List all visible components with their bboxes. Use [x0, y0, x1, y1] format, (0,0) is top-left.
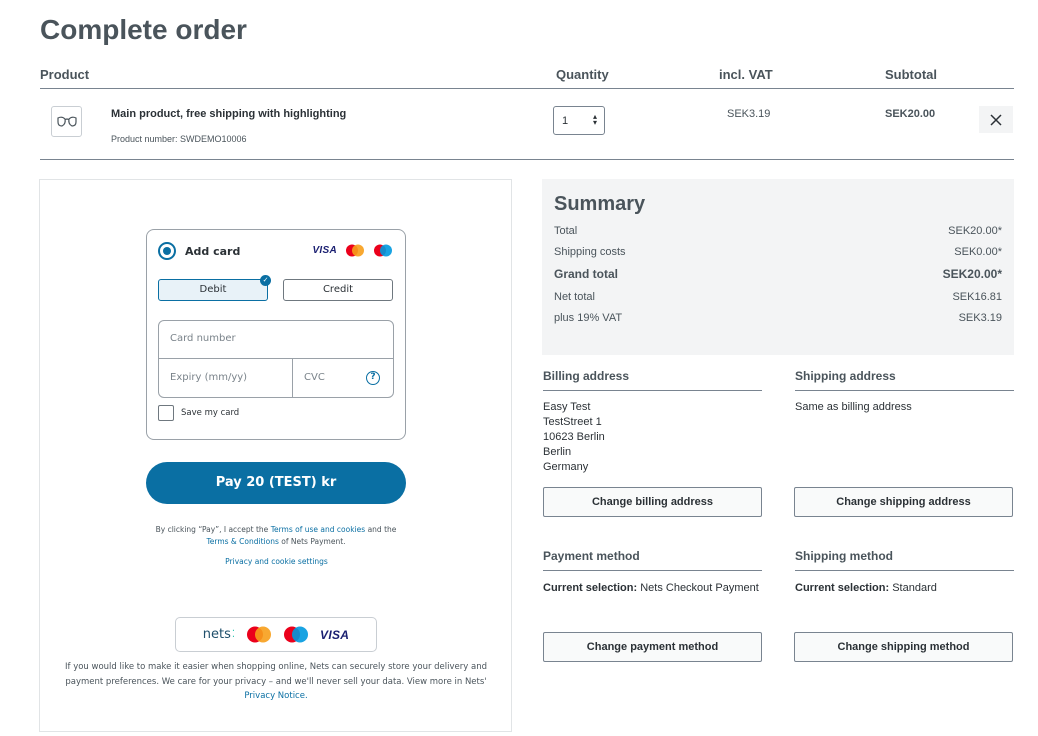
summary-value: SEK20.00*: [942, 267, 1002, 281]
shipping-address-text: Same as billing address: [795, 401, 912, 413]
page-title: Complete order: [40, 14, 247, 45]
summary-value: SEK0.00*: [954, 246, 1002, 258]
summary-label: plus 19% VAT: [554, 312, 623, 324]
notice-body: If you would like to make it easier when…: [65, 662, 487, 687]
close-icon: [990, 113, 1002, 126]
privacy-notice-text: If you would like to make it easier when…: [58, 660, 494, 704]
column-header-vat: incl. VAT: [719, 67, 773, 82]
billing-line: Easy Test: [543, 401, 591, 413]
terms-text: By clicking “Pay”, I accept the Terms of…: [100, 524, 452, 548]
visa-logo-icon: VISA: [312, 245, 337, 256]
cart-table-header: Product Quantity incl. VAT Subtotal: [40, 66, 1014, 89]
billing-line: 10623 Berlin: [543, 431, 605, 443]
pay-button[interactable]: Pay 20 (TEST) kr: [146, 462, 406, 504]
shipping-address-title: Shipping address: [795, 369, 1014, 391]
visa-logo-icon: VISA: [320, 627, 350, 642]
mastercard-icon: [247, 626, 272, 643]
change-payment-method-button[interactable]: Change payment method: [543, 632, 762, 662]
save-card-label: Save my card: [181, 408, 240, 418]
column-header-product: Product: [40, 67, 90, 82]
summary-value: SEK16.81: [952, 291, 1002, 303]
selection-value: Nets Checkout Payment: [640, 582, 759, 594]
shipping-method-title: Shipping method: [795, 549, 1014, 571]
summary-label: Grand total: [554, 267, 619, 281]
order-summary: Summary Total SEK20.00* Shipping costs S…: [542, 179, 1014, 355]
payment-method-selection: Current selection: Nets Checkout Payment: [543, 581, 759, 596]
column-header-subtotal: Subtotal: [885, 67, 937, 82]
add-card-radio[interactable]: [158, 242, 176, 260]
item-vat: SEK3.19: [727, 108, 771, 120]
cvc-placeholder: CVC: [304, 372, 325, 383]
nets-logo: nets: [202, 627, 231, 642]
change-billing-address-button[interactable]: Change billing address: [543, 487, 762, 517]
quantity-value: 1: [562, 115, 569, 127]
cvc-field[interactable]: CVC ?: [293, 359, 393, 397]
change-shipping-method-button[interactable]: Change shipping method: [794, 632, 1013, 662]
cart-line-item: Main product, free shipping with highlig…: [40, 90, 1014, 160]
summary-value: SEK20.00*: [948, 225, 1002, 237]
summary-row-grand-total: Grand total SEK20.00*: [554, 267, 1002, 281]
column-header-quantity: Quantity: [556, 67, 609, 82]
summary-title: Summary: [554, 193, 646, 215]
debit-option-button[interactable]: Debit: [158, 279, 268, 301]
product-image[interactable]: [51, 106, 82, 137]
summary-label: Shipping costs: [554, 246, 626, 258]
summary-row-shipping: Shipping costs SEK0.00*: [554, 246, 1002, 258]
credit-option-button[interactable]: Credit: [283, 279, 393, 301]
selection-key: Current selection:: [543, 582, 638, 594]
terms-suffix: of Nets Payment.: [281, 537, 346, 546]
billing-address-title: Billing address: [543, 369, 762, 391]
maestro-icon: [374, 244, 392, 257]
privacy-settings-link[interactable]: Privacy and cookie settings: [40, 557, 513, 566]
summary-label: Total: [554, 225, 578, 237]
select-arrows-icon: ▴ ▾: [592, 112, 597, 127]
billing-line: Berlin: [543, 446, 572, 458]
summary-row-net-total: Net total SEK16.81: [554, 291, 1002, 303]
add-card-panel: Add card VISA Debit ✓ Credit Card number…: [146, 229, 406, 440]
billing-line: TestStreet 1: [543, 416, 602, 428]
selection-key: Current selection:: [795, 582, 890, 594]
billing-address-lines: Easy Test TestStreet 1 10623 Berlin Berl…: [543, 400, 605, 475]
product-number: Product number: SWDEMO10006: [111, 134, 247, 144]
card-number-field[interactable]: Card number: [159, 321, 393, 359]
maestro-icon: [284, 626, 309, 643]
terms-prefix: By clicking “Pay”, I accept the: [155, 525, 269, 534]
nets-brand-bar: nets ⁚ VISA: [175, 617, 377, 652]
save-card-checkbox[interactable]: [158, 405, 174, 421]
terms-mid: and the: [367, 525, 397, 534]
product-name[interactable]: Main product, free shipping with highlig…: [111, 108, 346, 120]
card-fields-group: Card number Expiry (mm/yy) CVC ?: [158, 320, 394, 398]
add-card-label: Add card: [185, 245, 241, 258]
summary-row-vat: plus 19% VAT SEK3.19: [554, 312, 1002, 324]
glasses-icon: [56, 116, 77, 127]
shipping-method-selection: Current selection: Standard: [795, 581, 937, 596]
expiry-field[interactable]: Expiry (mm/yy): [159, 359, 293, 397]
card-brand-logos: VISA: [312, 244, 393, 257]
change-shipping-address-button[interactable]: Change shipping address: [794, 487, 1013, 517]
summary-label: Net total: [554, 291, 595, 303]
summary-row-total: Total SEK20.00*: [554, 225, 1002, 237]
payment-method-title: Payment method: [543, 549, 762, 571]
terms-conditions-link[interactable]: Terms & Conditions: [206, 537, 278, 546]
mastercard-icon: [346, 244, 364, 257]
summary-value: SEK3.19: [958, 312, 1002, 324]
nets-dots-icon: ⁚: [231, 629, 236, 640]
quantity-select[interactable]: 1 ▴ ▾: [553, 106, 605, 135]
terms-of-use-link[interactable]: Terms of use and cookies: [271, 525, 366, 534]
selection-value: Standard: [892, 582, 937, 594]
check-icon: ✓: [260, 275, 271, 286]
item-subtotal: SEK20.00: [885, 108, 936, 120]
payment-widget: Add card VISA Debit ✓ Credit Card number…: [39, 179, 512, 732]
help-icon[interactable]: ?: [366, 371, 380, 385]
remove-item-button[interactable]: [979, 106, 1013, 133]
billing-line: Germany: [543, 461, 589, 473]
privacy-notice-link[interactable]: Privacy Notice.: [244, 691, 307, 701]
